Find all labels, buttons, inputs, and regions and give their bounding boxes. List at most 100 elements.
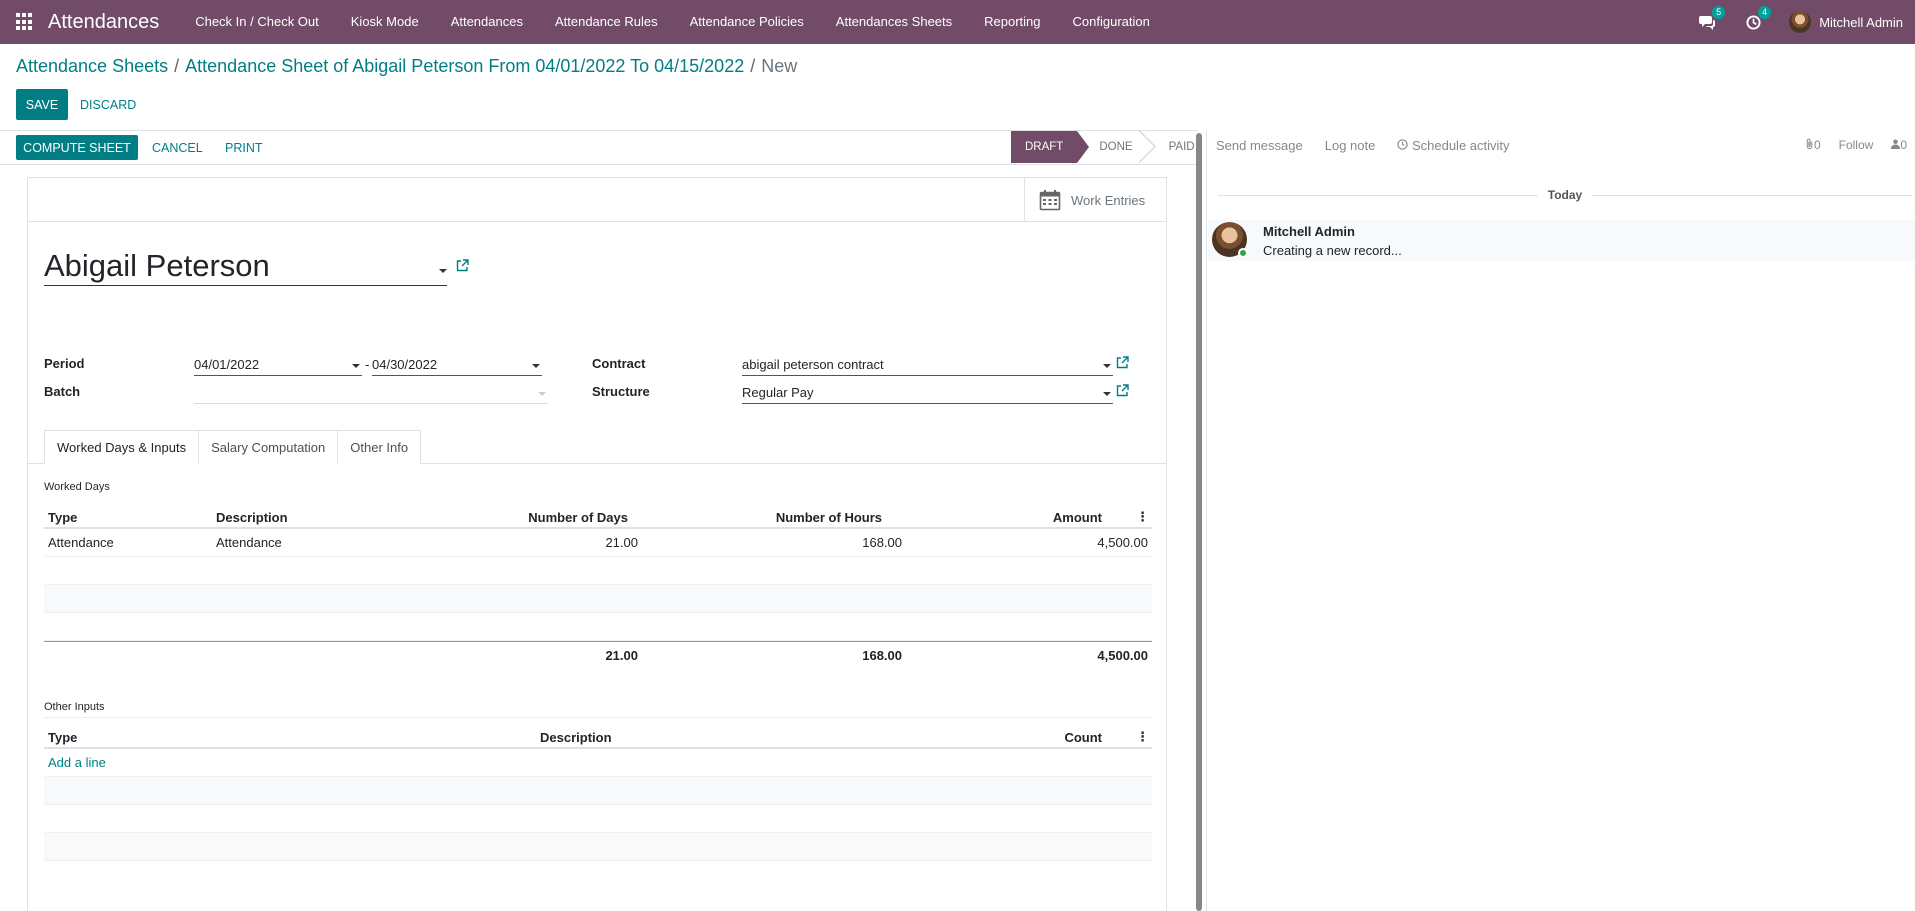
worked-days-title: Worked Days xyxy=(44,481,110,493)
menu-attendances[interactable]: Attendances xyxy=(435,0,539,44)
total-days: 21.00 xyxy=(605,648,638,663)
column-header-hours[interactable]: Number of Hours xyxy=(632,510,886,525)
chevron-down-icon[interactable] xyxy=(439,269,447,273)
chatter-message[interactable]: Mitchell Admin Creating a new record... xyxy=(1208,220,1915,261)
table-header: Type Description Count ⋮ xyxy=(44,727,1152,749)
breadcrumb: Attendance Sheets / Attendance Sheet of Ab… xyxy=(16,56,797,77)
messages-icon[interactable]: 5 xyxy=(1697,6,1726,32)
activities-clock-icon[interactable]: 4 xyxy=(1743,6,1772,32)
chatter-divider xyxy=(1206,130,1207,911)
log-note-button[interactable]: Log note xyxy=(1325,138,1376,153)
print-button[interactable]: PRINT xyxy=(225,135,263,160)
menu-reporting[interactable]: Reporting xyxy=(968,0,1056,44)
form-scrollbar[interactable] xyxy=(1196,133,1202,911)
table-footer: 21.00 168.00 4,500.00 xyxy=(44,641,1152,669)
user-avatar xyxy=(1789,11,1812,33)
followers-button[interactable]: 0 xyxy=(1891,138,1907,152)
form-sheet: Work Entries Abigail Peterson Period 04/… xyxy=(27,177,1167,911)
status-step-draft[interactable]: DRAFT xyxy=(1011,131,1090,163)
section-separator xyxy=(44,717,1152,718)
column-header-amount[interactable]: Amount xyxy=(886,510,1106,525)
follow-button[interactable]: Follow xyxy=(1839,138,1874,152)
schedule-activity-label: Schedule activity xyxy=(1411,138,1510,153)
column-header-type[interactable]: Type xyxy=(44,510,212,525)
user-menu[interactable]: Mitchell Admin xyxy=(1789,11,1903,33)
chevron-down-icon[interactable] xyxy=(1103,392,1111,396)
optional-columns-icon[interactable]: ⋮ xyxy=(1136,509,1149,525)
column-header-description[interactable]: Description xyxy=(212,510,380,525)
save-button[interactable]: SAVE xyxy=(16,89,68,120)
menu-check-in-out[interactable]: Check In / Check Out xyxy=(179,0,335,44)
empty-row xyxy=(44,585,1152,613)
employee-field[interactable]: Abigail Peterson xyxy=(44,246,447,286)
column-header-count[interactable]: Count xyxy=(1052,730,1106,745)
breadcrumb-current: New xyxy=(761,56,798,76)
external-link-icon[interactable] xyxy=(1116,356,1129,369)
breadcrumb-record[interactable]: Attendance Sheet of Abigail Peterson Fro… xyxy=(185,56,744,76)
tab-other-info[interactable]: Other Info xyxy=(337,430,422,464)
breadcrumb-separator: / xyxy=(750,56,756,76)
menu-configuration[interactable]: Configuration xyxy=(1057,0,1166,44)
attachments-button[interactable]: 0 xyxy=(1805,138,1821,152)
period-separator: - xyxy=(365,357,370,372)
notebook-tabs: Worked Days & Inputs Salary Computation … xyxy=(44,430,422,464)
cancel-button[interactable]: CANCEL xyxy=(152,135,203,160)
other-inputs-table: Type Description Count ⋮ Add a line xyxy=(44,727,1152,861)
chevron-down-icon[interactable] xyxy=(532,364,540,368)
chatter-topbar: Send message Log note Schedule activity xyxy=(1216,138,1532,153)
empty-row xyxy=(44,833,1152,861)
compute-sheet-button[interactable]: COMPUTE SHEET xyxy=(16,135,138,160)
message-author[interactable]: Mitchell Admin xyxy=(1263,224,1355,239)
schedule-activity-button[interactable]: Schedule activity xyxy=(1397,138,1510,153)
structure-value: Regular Pay xyxy=(742,385,814,400)
empty-row xyxy=(44,613,1152,641)
cell-type: Attendance xyxy=(48,535,114,550)
menu-kiosk-mode[interactable]: Kiosk Mode xyxy=(335,0,435,44)
app-brand[interactable]: Attendances xyxy=(48,11,159,34)
status-step-done[interactable]: DONE xyxy=(1077,131,1146,163)
period-to-value: 04/30/2022 xyxy=(372,357,438,372)
tab-salary-computation[interactable]: Salary Computation xyxy=(198,430,339,464)
column-header-days[interactable]: Number of Days xyxy=(380,510,632,525)
online-status-icon xyxy=(1238,248,1248,258)
top-navbar: Attendances Check In / Check Out Kiosk M… xyxy=(0,0,1915,44)
apps-menu-icon[interactable] xyxy=(16,13,34,31)
column-header-type[interactable]: Type xyxy=(44,730,536,745)
activities-count-badge: 4 xyxy=(1758,6,1772,19)
menu-attendance-rules[interactable]: Attendance Rules xyxy=(539,0,674,44)
breadcrumb-root[interactable]: Attendance Sheets xyxy=(16,56,168,76)
contract-input[interactable]: abigail peterson contract xyxy=(742,356,1113,376)
cell-hours: 168.00 xyxy=(862,535,902,550)
chevron-down-icon[interactable] xyxy=(352,364,360,368)
send-message-button[interactable]: Send message xyxy=(1216,138,1303,153)
followers-count: 0 xyxy=(1900,138,1907,152)
date-separator-label: Today xyxy=(1547,188,1583,202)
menu-attendances-sheets[interactable]: Attendances Sheets xyxy=(820,0,968,44)
chevron-down-icon[interactable] xyxy=(538,392,546,396)
chevron-down-icon[interactable] xyxy=(1103,364,1111,368)
worked-days-table: Type Description Number of Days Number o… xyxy=(44,507,1152,669)
button-box: Work Entries xyxy=(28,178,1166,222)
batch-input[interactable] xyxy=(194,384,548,404)
messages-count-badge: 5 xyxy=(1712,6,1726,19)
tab-worked-days-inputs[interactable]: Worked Days & Inputs xyxy=(44,430,200,464)
external-link-icon[interactable] xyxy=(1116,384,1129,397)
user-icon xyxy=(1891,139,1901,149)
attachments-count: 0 xyxy=(1813,138,1821,152)
optional-columns-icon[interactable]: ⋮ xyxy=(1136,729,1149,745)
contract-label: Contract xyxy=(592,356,646,371)
work-entries-button[interactable]: Work Entries xyxy=(1024,178,1166,222)
external-link-icon[interactable] xyxy=(456,259,469,272)
chatter-actions: 0 Follow 0 xyxy=(1787,138,1907,152)
period-to-input[interactable]: 04/30/2022 xyxy=(372,356,542,376)
structure-input[interactable]: Regular Pay xyxy=(742,384,1113,404)
add-line-row: Add a line xyxy=(44,749,1152,777)
table-row[interactable]: Attendance Attendance 21.00 168.00 4,500… xyxy=(44,529,1152,557)
menu-attendance-policies[interactable]: Attendance Policies xyxy=(674,0,820,44)
date-separator: Today xyxy=(1218,188,1913,202)
work-entries-label: Work Entries xyxy=(1071,192,1146,208)
period-from-input[interactable]: 04/01/2022 xyxy=(194,356,362,376)
add-line-link[interactable]: Add a line xyxy=(48,755,106,770)
column-header-description[interactable]: Description xyxy=(536,730,1052,745)
discard-button[interactable]: DISCARD xyxy=(80,89,136,120)
